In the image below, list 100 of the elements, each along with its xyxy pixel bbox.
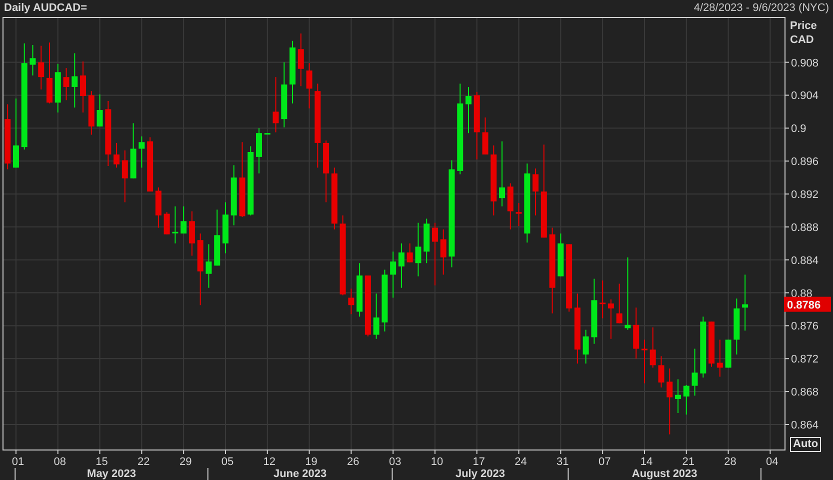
candlestick — [138, 136, 145, 168]
axis-label: 22 — [138, 456, 150, 468]
candlestick — [658, 356, 664, 388]
month-label: August 2023 — [632, 468, 698, 480]
candlestick — [290, 40, 296, 104]
candlestick — [558, 233, 564, 277]
axis-header: CAD — [790, 34, 814, 46]
candlestick — [72, 52, 78, 108]
candlestick — [398, 242, 404, 288]
month-label: July 2023 — [455, 468, 505, 480]
axis-label: 0.896 — [791, 156, 819, 168]
candlestick — [482, 116, 488, 155]
candlestick — [608, 298, 614, 340]
candlestick — [415, 222, 422, 277]
candlestick — [12, 98, 19, 168]
candlestick — [490, 144, 497, 216]
candlestick — [466, 86, 472, 134]
axis-label: 21 — [682, 456, 694, 468]
candlestick — [700, 316, 706, 378]
candlestick — [298, 32, 304, 87]
candlestick — [188, 210, 195, 256]
candlestick — [406, 242, 413, 263]
axis-label: 29 — [179, 456, 192, 468]
candlestick — [147, 136, 154, 192]
candlestick — [80, 60, 86, 113]
candlestick — [734, 298, 740, 355]
candlestick — [566, 244, 572, 312]
candlestick — [180, 206, 187, 234]
axis-label: 0.884 — [791, 254, 819, 267]
candlestick — [264, 132, 270, 135]
axis-label: 0.888 — [791, 222, 819, 234]
candlestick — [725, 339, 732, 368]
candlestick — [88, 90, 94, 136]
candlestick — [675, 378, 681, 414]
candlestick — [63, 68, 70, 101]
axis-label: 03 — [388, 456, 402, 468]
candlestick — [440, 228, 446, 276]
axis-label: 0.876 — [791, 320, 819, 333]
axis-label: 0.864 — [791, 419, 819, 432]
candlestick — [650, 326, 656, 368]
axis-label: 24 — [514, 456, 527, 468]
candlestick — [516, 202, 522, 227]
candlestick — [164, 212, 170, 235]
candlestick — [306, 62, 312, 109]
candlestick — [214, 209, 220, 266]
axis-label: 0.908 — [791, 57, 819, 70]
candlestick — [683, 384, 690, 416]
candlestick — [574, 293, 580, 364]
candlestick — [641, 339, 648, 384]
candlestick — [323, 140, 330, 203]
candlestick — [105, 100, 112, 166]
candlestick — [155, 186, 162, 228]
month-label: May 2023 — [87, 468, 136, 480]
candlestick — [331, 167, 338, 230]
candlestick — [96, 94, 103, 127]
candlestick — [424, 218, 430, 264]
candlestick — [30, 44, 36, 76]
candlestick — [382, 269, 388, 332]
candlestick — [130, 122, 136, 179]
candlestick — [432, 222, 438, 286]
candlestick — [582, 329, 589, 364]
axis-label: 0.892 — [791, 188, 819, 201]
month-label: June 2023 — [273, 468, 327, 480]
candlestick — [373, 293, 380, 340]
candlestick — [272, 76, 279, 133]
candlestick — [716, 339, 723, 378]
candlestick — [474, 91, 480, 160]
date-range: 4/28/2023 - 9/6/2023 (NYC) — [694, 1, 829, 16]
axis-label: 15 — [96, 456, 108, 468]
axis-label: 0.904 — [791, 90, 819, 102]
axis-label: 04 — [766, 456, 778, 468]
axis-label: 19 — [305, 456, 318, 468]
axis-label: 28 — [724, 456, 736, 468]
axis-label: 07 — [598, 456, 611, 468]
candlestick — [172, 206, 178, 244]
candlestick — [499, 140, 506, 207]
last-price-tag: 0.8786 — [784, 296, 831, 312]
candlestick — [4, 104, 11, 170]
axis-label: 08 — [54, 456, 66, 468]
axis-label: 17 — [472, 456, 485, 468]
candlestick — [54, 63, 61, 113]
candlestick — [600, 280, 606, 319]
candlestick — [206, 244, 212, 288]
axis-label: 0.9 — [791, 123, 806, 136]
candlestick — [248, 146, 254, 216]
candlestick — [256, 128, 262, 174]
auto-button[interactable]: Auto — [790, 437, 822, 452]
candlestick — [666, 368, 673, 435]
candlestick — [742, 274, 748, 332]
candlestick — [591, 278, 598, 344]
candlestick — [281, 62, 288, 128]
candlestick — [616, 283, 622, 324]
axis-label: 12 — [263, 456, 276, 468]
axis-header: Price — [790, 20, 817, 32]
candlestick — [356, 262, 363, 318]
candlestick — [230, 164, 237, 226]
candlestick — [222, 202, 228, 254]
candlestick — [114, 142, 120, 168]
candlestick — [38, 45, 44, 90]
chart-title: Daily AUDCAD= — [4, 1, 88, 16]
